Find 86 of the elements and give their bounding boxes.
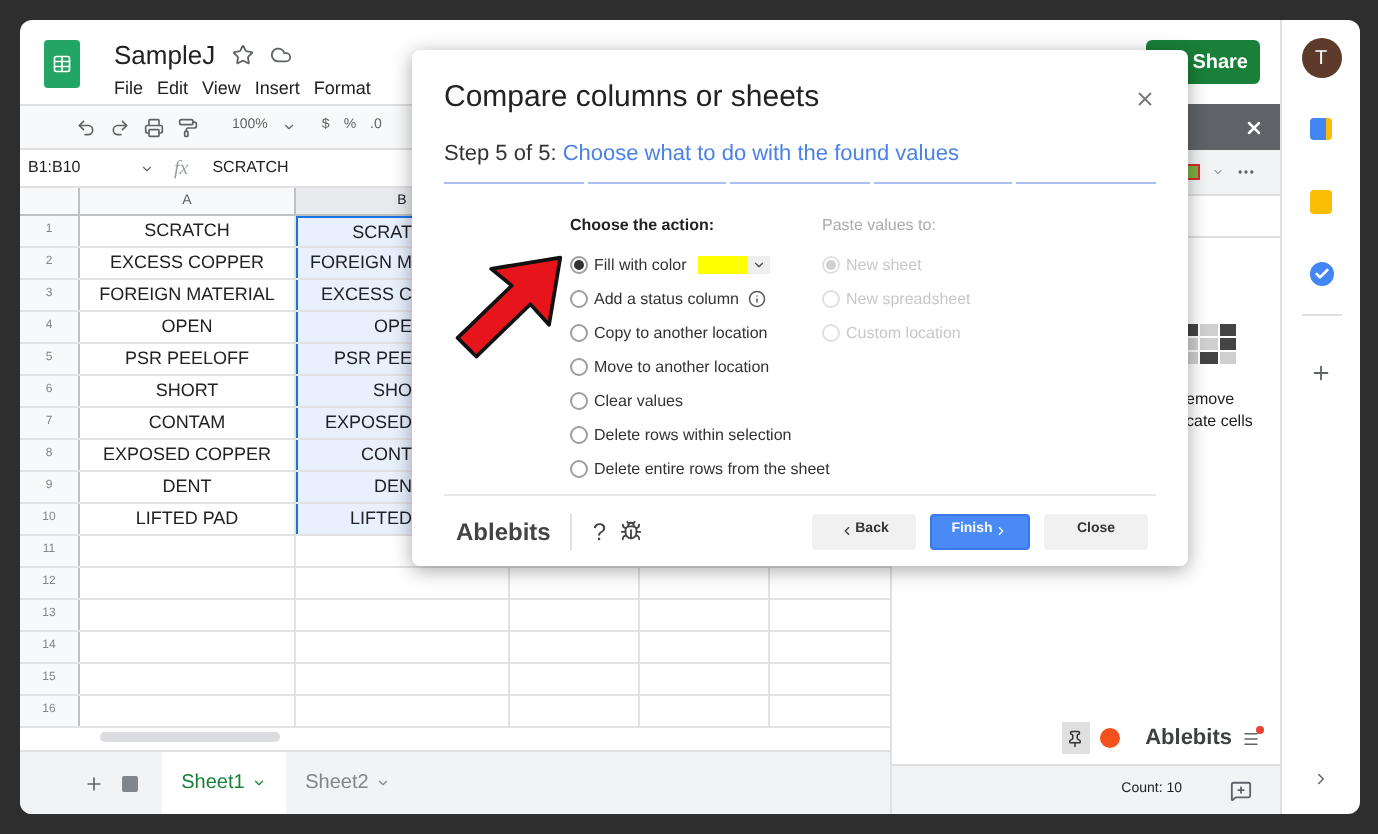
table-cell-text: EXCESS C — [318, 282, 412, 308]
option-label[interactable]: Delete rows within selection — [594, 423, 792, 447]
add-icon[interactable] — [1310, 362, 1332, 384]
radio-button[interactable] — [570, 256, 588, 274]
function-label: fx — [174, 155, 189, 183]
sheets-logo-icon[interactable] — [44, 40, 80, 88]
document-title[interactable]: SampleJ — [114, 40, 216, 70]
table-cell-text: CONT — [359, 442, 412, 468]
option-label[interactable]: Copy to another location — [594, 321, 768, 345]
menu-icon[interactable] — [1242, 729, 1260, 747]
radio-button[interactable] — [570, 392, 588, 410]
option-label[interactable]: Add a status column — [594, 287, 739, 311]
menu-item[interactable]: Insert — [254, 76, 300, 103]
radio-button[interactable] — [570, 358, 588, 376]
caret-icon — [252, 776, 267, 790]
paint-format-icon[interactable] — [178, 117, 198, 137]
caret-icon — [376, 776, 391, 790]
section-heading: Choose the action: — [570, 214, 717, 238]
star-icon[interactable] — [231, 44, 254, 66]
table-cell-text: CONTAM — [146, 410, 228, 436]
name-box[interactable]: B1:B10 — [20, 156, 140, 180]
sheet-tab[interactable]: Sheet1 — [162, 751, 286, 814]
caret-icon — [140, 161, 154, 175]
chevron-right-icon — [994, 524, 1009, 538]
help-link[interactable]: ? — [592, 513, 607, 549]
table-cell-text: EXPOSED — [322, 410, 412, 436]
table-cell-text: SHORT — [153, 378, 221, 404]
undo-icon[interactable] — [76, 117, 96, 137]
menu-item[interactable]: Format — [313, 76, 371, 103]
table-cell-text: SHO — [370, 378, 412, 404]
table-cell-text: EXPOSED COPPER — [100, 442, 274, 468]
table-cell-text: OPE — [371, 314, 412, 340]
scrollbar[interactable] — [100, 731, 280, 741]
tool-description: emove — [1186, 388, 1237, 410]
bug-icon[interactable] — [620, 520, 643, 542]
chevron-left-icon — [839, 524, 854, 538]
table-cell-text: PSR PEELOFF — [122, 346, 251, 372]
option-label[interactable]: Clear values — [594, 389, 683, 413]
step-heading: Step 5 of 5: Choose what to do with the found values — [444, 139, 961, 169]
color-picker[interactable] — [698, 256, 771, 274]
redo-icon[interactable] — [110, 117, 130, 137]
table-cell-text: SCRAT — [350, 220, 412, 246]
print-icon[interactable] — [144, 117, 164, 137]
formula-field[interactable]: SCRATCH — [212, 156, 289, 180]
radio-button[interactable] — [570, 290, 588, 308]
avatar[interactable]: T — [1301, 38, 1341, 78]
menu-item[interactable]: Edit — [157, 76, 189, 103]
menu-item[interactable]: File — [114, 76, 144, 103]
dialog-title: Compare columns or sheets — [444, 78, 820, 118]
caret-icon — [281, 120, 296, 134]
table-cell-text: DEN — [371, 474, 412, 500]
table-cell-text: LIFTED PAD — [133, 506, 241, 532]
radio-button[interactable] — [570, 426, 588, 444]
table-cell-text: SCRATCH — [142, 218, 232, 244]
calendar-icon[interactable] — [1310, 118, 1332, 140]
menu-item[interactable]: View — [202, 76, 241, 103]
tasks-icon[interactable] — [1309, 262, 1333, 286]
radio-button[interactable] — [570, 324, 588, 342]
table-cell-text: DENT — [160, 474, 214, 500]
option-label[interactable]: Fill with color — [594, 253, 687, 277]
caret-icon — [1212, 166, 1224, 178]
option-label[interactable]: Move to another location — [594, 355, 770, 379]
table-cell-text: OPEN — [159, 314, 215, 340]
table-cell-text: EXCESS COPPER — [107, 250, 267, 276]
sheet-list-icon[interactable] — [122, 775, 138, 791]
info-icon[interactable] — [748, 290, 767, 308]
close-icon[interactable] — [1134, 87, 1156, 110]
cloud-icon[interactable] — [269, 44, 292, 66]
radio-button[interactable] — [570, 460, 588, 478]
brand-name: Ablebits — [456, 513, 573, 549]
pointer-arrow-drawing — [452, 252, 564, 364]
pin-icon — [1066, 729, 1085, 747]
addon-icon[interactable] — [1099, 728, 1120, 748]
expand-icon[interactable] — [1312, 770, 1330, 788]
table-cell-text: PSR PEE — [331, 346, 412, 372]
caret-icon — [752, 258, 767, 272]
section-heading: Paste values to: — [822, 214, 938, 238]
table-cell-text: LIFTED — [347, 506, 412, 532]
explore-icon[interactable] — [1230, 779, 1252, 801]
table-cell-text: FOREIGN M — [308, 250, 412, 276]
table-cell-text: FOREIGN MATERIAL — [97, 282, 277, 308]
add-sheet-icon[interactable] — [84, 773, 104, 793]
pin-button[interactable] — [1061, 722, 1090, 754]
brand-name: Ablebits — [1145, 723, 1232, 754]
close-icon[interactable] — [1244, 117, 1264, 137]
option-label[interactable]: Delete entire rows from the sheet — [594, 457, 830, 481]
